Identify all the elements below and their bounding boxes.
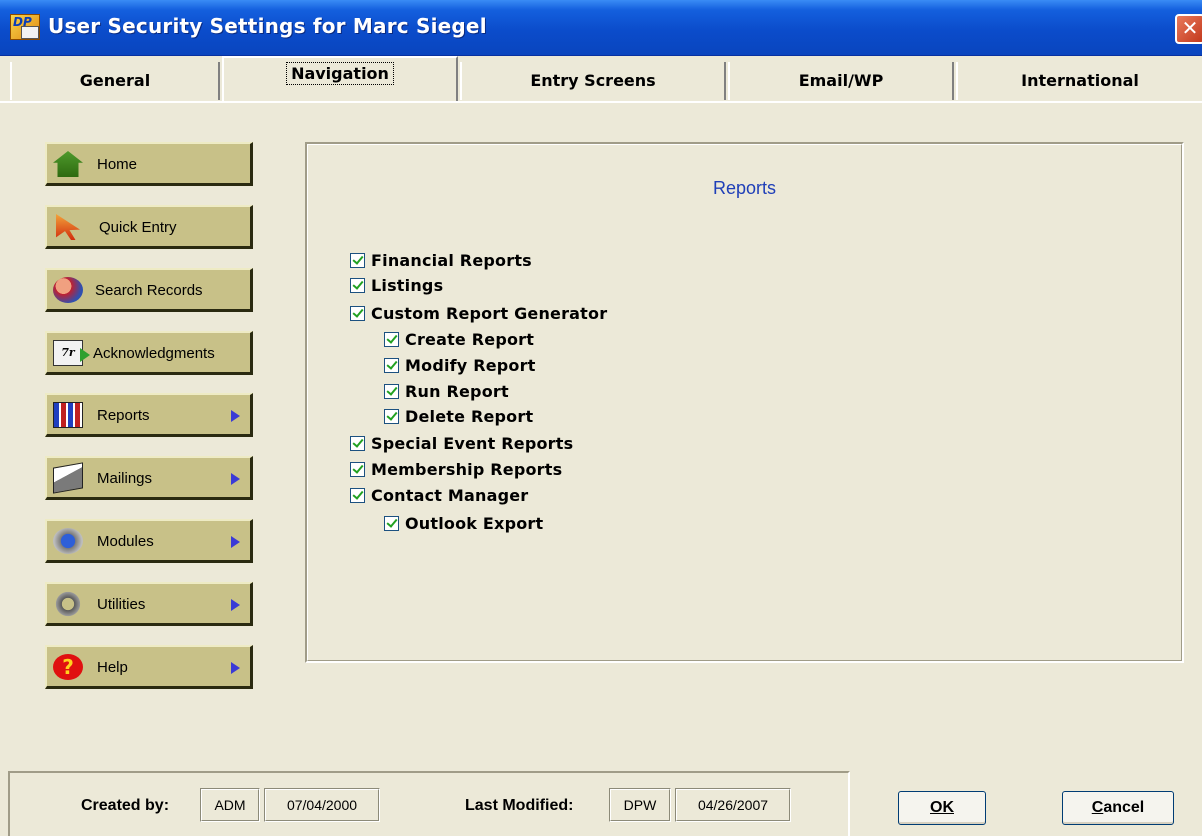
panel-title: Reports [712,178,777,198]
checkbox-delete-report[interactable]: Delete Report [384,404,533,428]
tab-label: Email/WP [798,71,884,90]
tab-navigation[interactable]: Navigation [222,56,458,102]
checkbox[interactable] [350,305,365,321]
nav-button-utilities[interactable]: Utilities [45,582,253,626]
window-title: User Security Settings for Marc Siegel [48,14,487,38]
tab-divider [0,101,1202,103]
checkbox[interactable] [350,252,365,268]
checkbox-financial-reports[interactable]: Financial Reports [350,248,532,272]
checkbox-label: Listings [371,275,444,295]
created-date-field: 07/04/2000 [264,788,380,822]
nav-button-acknowledgments[interactable]: 7r Acknowledgments [45,331,253,375]
home-icon [53,151,83,177]
submenu-arrow-icon [231,410,240,422]
last-modified-date-field: 04/26/2007 [675,788,791,822]
utilities-icon [53,591,83,617]
help-icon: ? [53,654,83,680]
checkbox-label: Financial Reports [371,250,532,270]
checkbox-run-report[interactable]: Run Report [384,379,509,403]
checkbox-label: Delete Report [405,406,534,426]
checkbox-outlook-export[interactable]: Outlook Export [384,511,543,535]
checkbox-label: Outlook Export [405,513,544,533]
nav-button-label: Quick Entry [99,219,177,236]
tab-label: Navigation [286,62,394,85]
nav-button-label: Utilities [97,596,146,613]
nav-button-search-records[interactable]: Search Records [45,268,253,312]
checkbox[interactable] [350,461,365,477]
title-bar[interactable]: DP User Security Settings for Marc Siege… [0,0,1202,56]
nav-button-mailings[interactable]: Mailings [45,456,253,500]
close-button[interactable]: ✕ [1175,14,1202,44]
cancel-button[interactable]: Cancel [1062,791,1174,825]
nav-button-label: Search Records [95,282,203,299]
tab-international[interactable]: International [956,62,1202,100]
tab-email-wp[interactable]: Email/WP [728,62,954,100]
checkbox-contact-manager[interactable]: Contact Manager [350,483,528,507]
acknowledgments-icon: 7r [53,340,90,366]
created-by-label: Created by: [81,797,170,814]
checkbox[interactable] [350,435,365,451]
checkbox[interactable] [384,515,399,531]
checkbox[interactable] [384,331,399,347]
submenu-arrow-icon [231,473,240,485]
nav-button-label: Mailings [97,470,153,487]
checkbox-label: Membership Reports [371,459,563,479]
checkbox-special-event-reports[interactable]: Special Event Reports [350,431,573,455]
created-by-user-field: ADM [200,788,260,822]
nav-button-modules[interactable]: Modules [45,519,253,563]
nav-button-reports[interactable]: Reports [45,393,253,437]
reports-panel: Reports Financial Reports Listings Custo… [305,142,1184,663]
checkbox-membership-reports[interactable]: Membership Reports [350,457,562,481]
submenu-arrow-icon [231,536,240,548]
checkbox[interactable] [384,383,399,399]
nav-button-label: Acknowledgments [93,345,215,362]
checkbox-label: Create Report [405,329,535,349]
nav-button-label: Modules [97,533,154,550]
cancel-button-label: Cancel [1091,799,1145,816]
tab-label: General [79,71,151,90]
checkbox[interactable] [384,357,399,373]
nav-button-label: Home [97,156,138,173]
last-modified-user-field: DPW [609,788,671,822]
acknowledgments-icon-text: 7r [61,346,75,359]
checkbox-label: Custom Report Generator [371,303,608,323]
nav-button-quick-entry[interactable]: Quick Entry [45,205,253,249]
ok-button-label: OK [930,799,954,816]
nav-button-label: Reports [97,407,150,424]
checkbox-modify-report[interactable]: Modify Report [384,353,536,377]
checkbox-create-report[interactable]: Create Report [384,327,534,351]
checkbox[interactable] [384,408,399,424]
checkbox-label: Run Report [405,381,509,401]
submenu-arrow-icon [231,662,240,674]
submenu-arrow-icon [231,599,240,611]
checkbox-label: Contact Manager [371,485,529,505]
nav-button-home[interactable]: Home [45,142,253,186]
app-icon: DP [10,14,40,40]
checkbox-custom-report-generator[interactable]: Custom Report Generator [350,301,607,325]
checkbox[interactable] [350,487,365,503]
tab-strip: General Navigation Entry Screens Email/W… [0,56,1202,102]
reports-icon [53,402,83,428]
tab-entry-screens[interactable]: Entry Screens [460,62,726,100]
last-modified-label: Last Modified: [465,797,574,814]
modules-icon [53,528,83,554]
ok-button[interactable]: OK [898,791,986,825]
tab-label: Entry Screens [530,71,656,90]
tab-general[interactable]: General [10,62,220,100]
nav-button-help[interactable]: ? Help [45,645,253,689]
checkbox-listings[interactable]: Listings [350,273,443,297]
nav-button-label: Help [97,659,128,676]
mailings-icon [53,462,83,494]
checkbox[interactable] [350,277,365,293]
tab-label: International [1021,71,1139,90]
quick-entry-icon [56,214,80,240]
checkbox-label: Modify Report [405,355,536,375]
search-records-icon [53,277,83,303]
checkbox-label: Special Event Reports [371,433,574,453]
